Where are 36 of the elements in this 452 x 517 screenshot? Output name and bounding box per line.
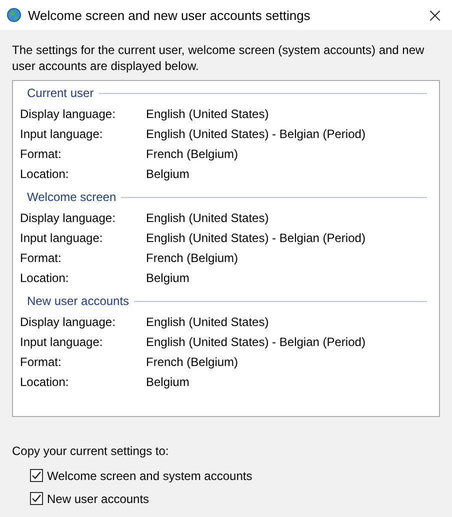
setting-value: English (United States) - Belgian (Period) (146, 127, 366, 141)
setting-value: English (United States) (146, 107, 269, 121)
section-heading: New user accounts (26, 294, 130, 308)
section-heading: Current user (26, 86, 95, 100)
setting-value: French (Belgium) (146, 355, 238, 369)
setting-label: Input language: (20, 335, 104, 349)
setting-label: Location: (20, 167, 70, 181)
setting-label: Format: (20, 147, 62, 161)
setting-value: Belgium (146, 271, 190, 285)
copy-label: Copy your current settings to: (12, 444, 170, 458)
checkbox-label[interactable]: New user accounts (47, 492, 150, 506)
setting-value: French (Belgium) (146, 251, 238, 265)
setting-label: Input language: (20, 127, 104, 141)
setting-value: English (United States) - Belgian (Period) (146, 335, 366, 349)
setting-label: Format: (20, 355, 62, 369)
setting-value: Belgium (146, 167, 190, 181)
setting-label: Display language: (20, 315, 116, 329)
setting-label: Display language: (20, 211, 116, 225)
setting-label: Display language: (20, 107, 116, 121)
checkbox-label[interactable]: Welcome screen and system accounts (47, 468, 252, 482)
close-button[interactable]: × (420, 0, 450, 30)
globe-icon (6, 7, 22, 23)
setting-value: Belgium (146, 375, 190, 389)
setting-label: Location: (20, 271, 70, 285)
section-heading: Welcome screen (26, 190, 118, 204)
setting-label: Format: (20, 251, 62, 265)
description-text: The settings for the current user, welcome screen (system accounts) and new user accounts are displayed below. (12, 42, 426, 74)
setting-label: Input language: (20, 231, 104, 245)
setting-value: English (United States) - Belgian (Period) (146, 231, 366, 245)
window-title: Welcome screen and new user accounts settings (28, 8, 312, 22)
checkbox[interactable] (30, 492, 43, 505)
setting-value: French (Belgium) (146, 147, 238, 161)
setting-label: Location: (20, 375, 70, 389)
setting-value: English (United States) (146, 211, 269, 225)
setting-value: English (United States) (146, 315, 269, 329)
checkbox[interactable] (30, 469, 43, 482)
